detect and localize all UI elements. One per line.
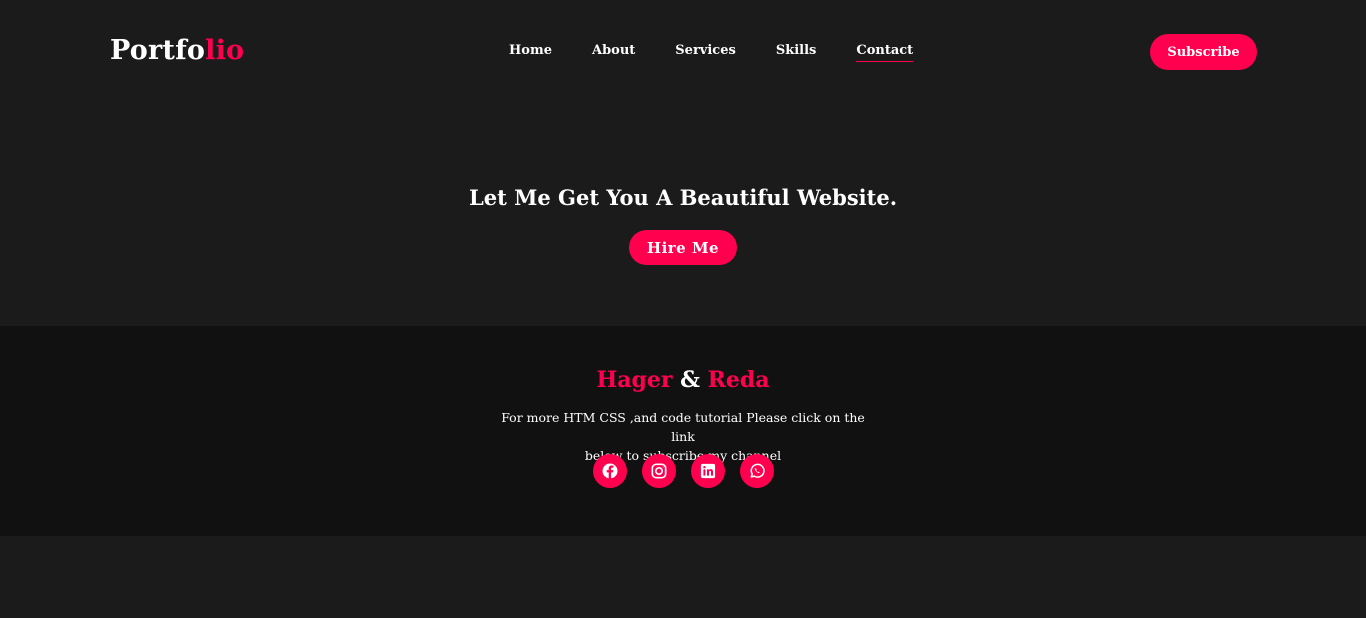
nav-link-home[interactable]: Home [509,42,552,61]
instagram-link[interactable] [642,454,676,488]
hero-section: Let Me Get You A Beautiful Website. Hire… [0,104,1366,326]
facebook-icon [600,461,620,481]
logo-main: Portfo [110,35,206,66]
footer: Hager & Reda For more HTM CSS ,and code … [0,326,1366,536]
logo[interactable]: Portfolio [110,34,244,68]
footer-name-second: Reda [707,367,770,393]
linkedin-icon [698,461,718,481]
nav-item-skills: Skills [776,42,817,62]
hire-me-button[interactable]: Hire Me [629,230,737,265]
facebook-link[interactable] [593,454,627,488]
linkedin-link[interactable] [691,454,725,488]
logo-accent: lio [205,35,245,66]
subscribe-button[interactable]: Subscribe [1150,34,1257,70]
navbar: Portfolio Home About Services Skills Con… [0,0,1366,104]
footer-description-line1: For more HTM CSS ,and code tutorial Plea… [501,410,865,444]
footer-name-first: Hager [596,367,673,393]
hero-title: Let Me Get You A Beautiful Website. [468,185,898,210]
nav-link-contact[interactable]: Contact [856,42,914,62]
nav-item-about: About [592,42,635,62]
footer-title: Hager & Reda [0,366,1366,394]
instagram-icon [649,461,669,481]
footer-name-amp: & [672,367,708,393]
social-links [593,454,774,488]
nav-item-home: Home [509,42,552,62]
nav-item-services: Services [675,42,736,62]
nav-menu: Home About Services Skills Contact [509,42,914,62]
nav-link-about[interactable]: About [592,42,635,61]
whatsapp-icon [747,461,767,481]
nav-link-services[interactable]: Services [675,42,736,61]
nav-item-contact: Contact [856,42,914,62]
whatsapp-link[interactable] [740,454,774,488]
nav-link-skills[interactable]: Skills [776,42,817,61]
